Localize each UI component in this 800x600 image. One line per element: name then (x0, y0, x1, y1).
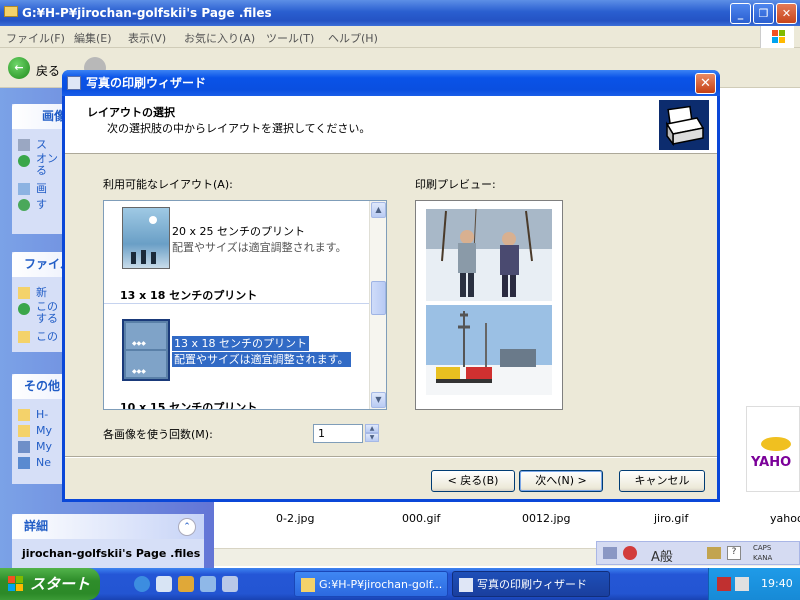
cd-icon (18, 199, 30, 211)
help-icon[interactable]: ? (727, 546, 741, 560)
ie-icon[interactable] (134, 576, 150, 592)
ime-icon (623, 546, 637, 560)
details-text: jirochan-golfskii's Page .files (22, 547, 201, 560)
collapse-chevron-icon[interactable]: ⌃ (178, 518, 196, 536)
layout-name: 13 x 18 センチのプリント (172, 336, 309, 351)
layout-description: 配置やサイズは適宜調整されます。 (172, 241, 347, 254)
menu-bar: ファイル(F) 編集(E) 表示(V) お気に入り(A) ツール(T) ヘルプ(… (0, 26, 800, 48)
copies-input[interactable]: 1 (313, 424, 363, 443)
keyboard-icon (603, 547, 617, 559)
clock[interactable]: 19:40 (761, 577, 793, 590)
taskbar: スタート G:¥H-P¥jirochan-golf... 写真の印刷ウィザード … (0, 568, 800, 600)
layout-section-header: 10 x 15 センチのプリント (120, 401, 258, 410)
picture-icon (18, 183, 30, 195)
print-preview-pane (415, 200, 563, 410)
section-divider (104, 303, 370, 304)
layout-description: 配置やサイズは適宜調整されます。 (172, 352, 351, 367)
app-icon[interactable] (222, 576, 238, 592)
svg-text:◆◆◆: ◆◆◆ (132, 340, 146, 347)
printer-icon (459, 578, 473, 592)
my-documents-icon (18, 425, 30, 437)
details-header[interactable]: 詳細 (12, 514, 204, 539)
details-panel: 詳細 ⌃ jirochan-golfskii's Page .files (12, 514, 204, 568)
printer-icon (18, 139, 30, 151)
my-computer-icon (18, 441, 30, 453)
stepper-down-icon[interactable]: ▼ (365, 433, 379, 442)
header-title: レイアウトの選択 (87, 106, 175, 119)
wizard-header: レイアウトの選択 次の選択肢の中からレイアウトを選択してください。 (65, 96, 717, 154)
new-folder-icon (18, 287, 30, 299)
svg-text:◆◆◆: ◆◆◆ (132, 368, 146, 375)
preview-photos (426, 208, 552, 395)
footer-divider (65, 456, 717, 458)
maximize-button[interactable]: ❐ (753, 3, 774, 24)
desktop-icon[interactable] (156, 576, 172, 592)
layout-name: 20 x 25 センチのプリント (172, 225, 305, 238)
menu-file[interactable]: ファイル(F) (6, 30, 65, 46)
file-name[interactable]: 0012.jpg (522, 512, 571, 525)
explorer-close-button[interactable]: ✕ (776, 3, 797, 24)
file-name[interactable]: yahoo (770, 512, 800, 525)
layout-section-header: 13 x 18 センチのプリント (120, 289, 258, 302)
menu-edit[interactable]: 編集(E) (74, 30, 112, 46)
taskbar-wizard-button[interactable]: 写真の印刷ウィザード (452, 571, 610, 597)
explorer-titlebar[interactable]: G:¥H-P¥jirochan-golfskii's Page .files _… (0, 0, 800, 26)
network-icon[interactable] (717, 577, 731, 591)
tool-icon (707, 547, 721, 559)
cancel-button[interactable]: キャンセル (619, 470, 705, 492)
wizard-titlebar[interactable]: 写真の印刷ウィザード ✕ (62, 70, 720, 96)
taskbar-explorer-button[interactable]: G:¥H-P¥jirochan-golf... (294, 571, 448, 597)
ime-mode-text[interactable]: A般 (651, 546, 673, 565)
globe-icon (18, 155, 30, 167)
back-arrow-icon[interactable]: ← (8, 57, 30, 79)
next-button[interactable]: 次へ(N) > (519, 470, 603, 492)
minimize-button[interactable]: _ (730, 3, 751, 24)
network-icon (18, 457, 30, 469)
folder-icon (301, 578, 315, 592)
copies-stepper[interactable]: ▲ ▼ (365, 424, 379, 443)
media-icon[interactable] (178, 576, 194, 592)
layout-thumbnail (122, 207, 170, 269)
language-bar[interactable]: A般 ? CAPS KANA (596, 541, 800, 565)
start-button[interactable]: スタート (0, 568, 100, 600)
volume-icon[interactable] (735, 577, 749, 591)
publish-icon (18, 303, 30, 315)
menu-help[interactable]: ヘルプ(H) (328, 30, 378, 46)
file-name[interactable]: jiro.gif (654, 512, 688, 525)
scroll-up-button[interactable]: ▲ (371, 202, 386, 218)
menu-view[interactable]: 表示(V) (128, 30, 166, 46)
windows-flag-icon (760, 26, 794, 48)
available-layouts-label: 利用可能なレイアウト(A): (103, 178, 233, 191)
back-button-label[interactable]: 戻る (36, 62, 60, 79)
stepper-up-icon[interactable]: ▲ (365, 424, 379, 433)
yahoo-thumbnail[interactable]: YAHO (746, 406, 800, 492)
system-tray: 19:40 (708, 568, 800, 600)
menu-tools[interactable]: ツール(T) (266, 30, 314, 46)
scroll-thumb[interactable] (371, 281, 386, 315)
folder-icon (18, 409, 30, 421)
wizard-title: 写真の印刷ウィザード (86, 76, 207, 90)
folder-icon (4, 6, 18, 17)
file-name[interactable]: 000.gif (402, 512, 440, 525)
back-button[interactable]: < 戻る(B) (431, 470, 515, 492)
printer-icon (67, 76, 81, 90)
file-name[interactable]: 0-2.jpg (276, 512, 314, 525)
layout-list-scrollbar[interactable]: ▲ ▼ (369, 201, 386, 409)
copies-label: 各画像を使う回数(M): (103, 428, 213, 441)
explorer-title: G:¥H-P¥jirochan-golfskii's Page .files (22, 6, 272, 20)
scroll-down-button[interactable]: ▼ (371, 392, 386, 408)
printer-icon (659, 100, 709, 150)
start-label: スタート (30, 575, 91, 593)
share-folder-icon (18, 331, 30, 343)
header-subtitle: 次の選択肢の中からレイアウトを選択してください。 (107, 122, 371, 135)
layout-thumbnail: ◆◆◆ ◆◆◆ (122, 319, 170, 381)
photo-print-wizard-dialog: 写真の印刷ウィザード ✕ レイアウトの選択 次の選択肢の中からレイアウトを選択し… (62, 70, 720, 502)
menu-favorites[interactable]: お気に入り(A) (184, 30, 255, 46)
layout-list[interactable]: 20 x 25 センチのプリント 配置やサイズは適宜調整されます。 13 x 1… (103, 200, 387, 410)
print-preview-label: 印刷プレビュー: (415, 178, 496, 191)
explorer-quick-icon[interactable] (200, 576, 216, 592)
windows-flag-icon (8, 576, 24, 592)
close-icon[interactable]: ✕ (695, 73, 716, 94)
caps-kana-indicator: CAPS KANA (753, 544, 773, 562)
